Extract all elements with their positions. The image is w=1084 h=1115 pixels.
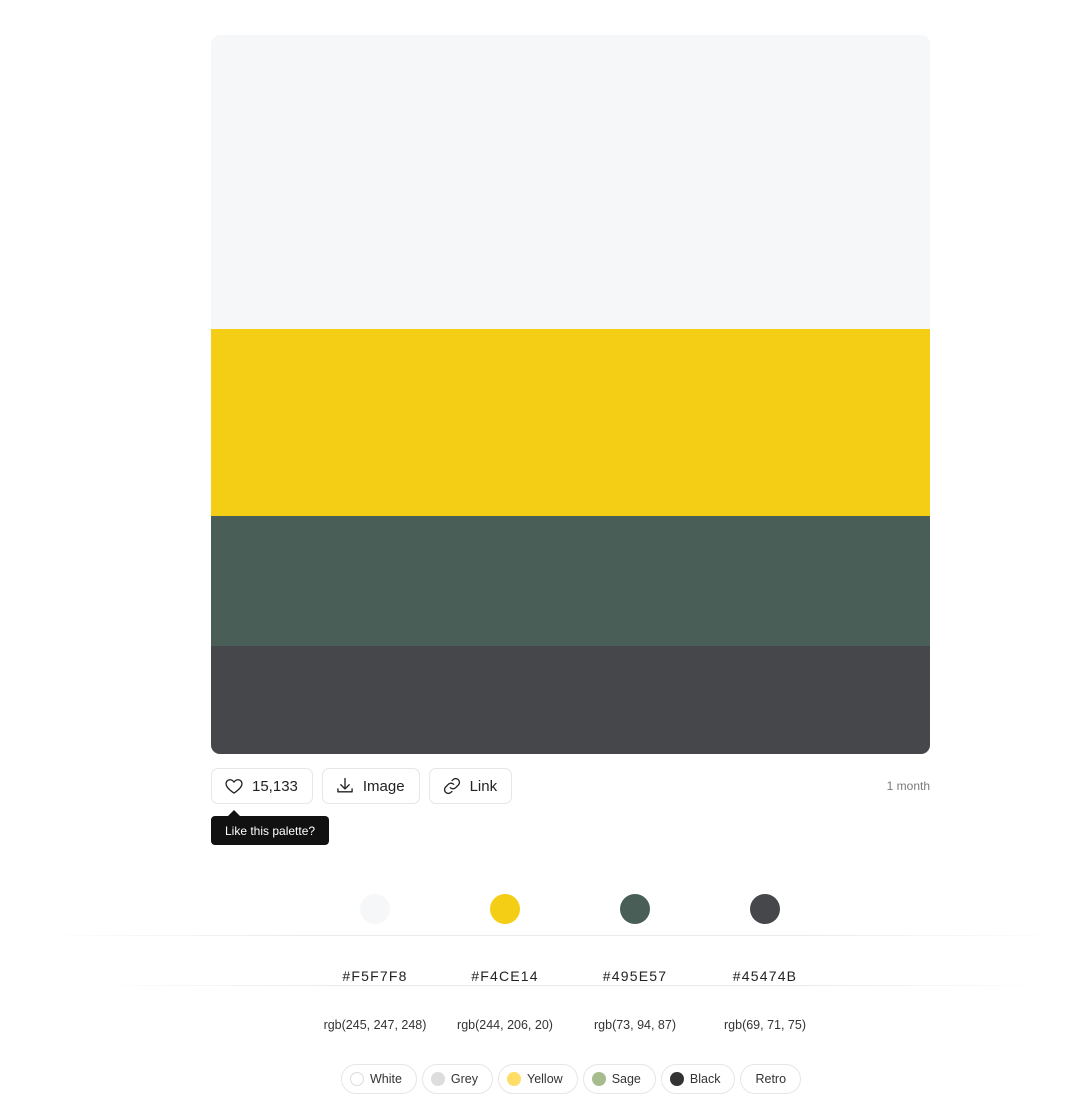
color-detail: #F4CE14 rgb(244, 206, 20) (440, 894, 570, 1032)
color-details: #F5F7F8 rgb(245, 247, 248) #F4CE14 rgb(2… (310, 894, 830, 1032)
like-tooltip: Like this palette? (211, 810, 330, 845)
color-dot[interactable] (620, 894, 650, 924)
download-icon (335, 776, 355, 796)
color-detail: #45474B rgb(69, 71, 75) (700, 894, 830, 1032)
swatch-1[interactable] (211, 35, 930, 329)
link-button-label: Link (469, 777, 498, 795)
rgb-value: rgb(244, 206, 20) (457, 1018, 553, 1032)
time-ago: 1 month (886, 779, 930, 793)
link-icon (442, 776, 462, 796)
color-dot[interactable] (360, 894, 390, 924)
tag-color-dot (669, 1072, 684, 1086)
tag-label: Black (689, 1072, 721, 1086)
tag-color-dot (591, 1072, 606, 1086)
swatch-2[interactable] (211, 329, 930, 516)
hex-code[interactable]: #F5F7F8 (342, 968, 407, 984)
tag-white[interactable]: White (340, 1064, 417, 1094)
tag-label: Sage (611, 1072, 641, 1086)
tag-label: White (369, 1072, 402, 1086)
tag-black[interactable]: Black (660, 1064, 736, 1094)
color-dot[interactable] (490, 894, 520, 924)
rgb-value: rgb(69, 71, 75) (724, 1018, 806, 1032)
tag-sage[interactable]: Sage (582, 1064, 656, 1094)
palette-actions: 15,133 Image Link (211, 768, 513, 804)
color-dot[interactable] (750, 894, 780, 924)
image-button-label: Image (362, 777, 405, 795)
tag-label: Retro (755, 1072, 787, 1086)
tag-color-dot (430, 1072, 445, 1086)
download-image-button[interactable]: Image (321, 768, 420, 804)
rgb-value: rgb(245, 247, 248) (323, 1018, 427, 1032)
copy-link-button[interactable]: Link (428, 768, 513, 804)
hex-code[interactable]: #495E57 (603, 968, 667, 984)
swatch-4[interactable] (211, 646, 930, 754)
color-detail: #495E57 rgb(73, 94, 87) (570, 894, 700, 1032)
tag-yellow[interactable]: Yellow (498, 1064, 578, 1094)
hex-code[interactable]: #F4CE14 (471, 968, 539, 984)
tag-label: Grey (450, 1072, 478, 1086)
swatch-3[interactable] (211, 516, 930, 646)
like-button[interactable]: 15,133 (211, 768, 313, 804)
hex-code[interactable]: #45474B (733, 968, 797, 984)
palette-preview (211, 35, 930, 754)
tag-label: Yellow (527, 1072, 563, 1086)
tag-retro[interactable]: Retro (740, 1064, 802, 1094)
rgb-value: rgb(73, 94, 87) (594, 1018, 676, 1032)
like-count: 15,133 (252, 777, 298, 795)
tag-color-dot (507, 1072, 521, 1086)
heart-icon (224, 776, 244, 796)
color-detail: #F5F7F8 rgb(245, 247, 248) (310, 894, 440, 1032)
palette-page: 15,133 Image Link 1 month Like this pale… (0, 0, 1084, 1115)
tag-grey[interactable]: Grey (421, 1064, 493, 1094)
tag-list: White Grey Yellow Sage Black Retro (0, 1064, 1084, 1094)
tag-color-dot (349, 1072, 364, 1086)
